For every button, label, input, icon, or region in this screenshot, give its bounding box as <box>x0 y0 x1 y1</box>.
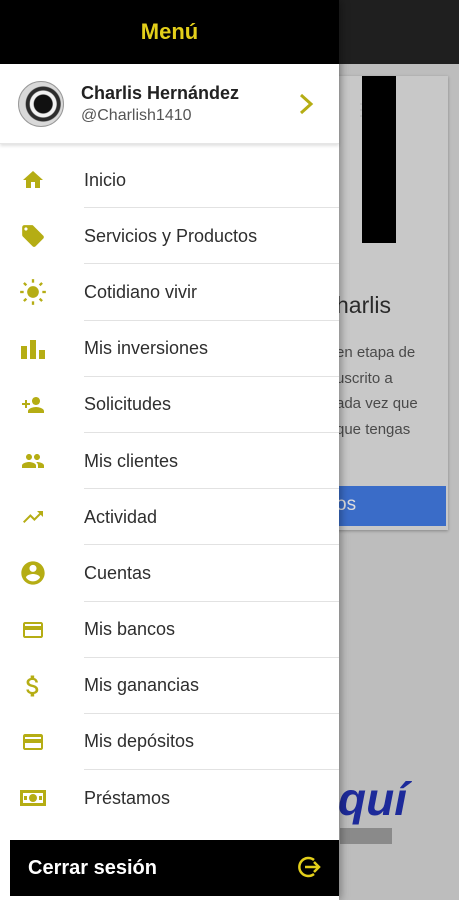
profile-name: Charlis Hernández <box>81 82 240 103</box>
menu-item-solicitudes[interactable]: Solicitudes <box>0 377 339 434</box>
money-icon <box>19 784 47 812</box>
background-aqui-text: quí <box>338 773 407 825</box>
menu-item-label: Mis depósitos <box>84 731 195 752</box>
menu-item-depositos[interactable]: Mis depósitos <box>0 714 339 771</box>
people-icon <box>19 447 47 475</box>
background-video <box>362 76 396 243</box>
menu-item-cotidiano[interactable]: Cotidiano vivir <box>0 264 339 321</box>
menu-item-label: Solicitudes <box>84 394 172 415</box>
menu-item-label: Mis clientes <box>84 450 179 471</box>
menu-item-label: Servicios y Productos <box>84 225 258 246</box>
menu-item-actividad[interactable]: Actividad <box>0 489 339 546</box>
card-icon <box>19 728 47 756</box>
drawer-menu: Inicio Servicios y Productos Cotidiano v… <box>0 152 339 826</box>
menu-item-label: Cuentas <box>84 562 152 583</box>
logout-button[interactable]: Cerrar sesión <box>10 840 339 896</box>
menu-item-servicios[interactable]: Servicios y Productos <box>0 208 339 265</box>
menu-item-ganancias[interactable]: Mis ganancias <box>0 658 339 715</box>
menu-item-label: Inicio <box>84 169 127 190</box>
menu-item-clientes[interactable]: Mis clientes <box>0 433 339 490</box>
background-desc-line: en etapa de <box>336 344 416 361</box>
trending-up-icon <box>19 503 47 531</box>
credit-card-icon <box>19 616 47 644</box>
menu-item-inversiones[interactable]: Mis inversiones <box>0 321 339 377</box>
menu-item-label: Mis inversiones <box>84 338 209 359</box>
menu-item-cuentas[interactable]: Cuentas <box>0 545 339 602</box>
background-divider <box>340 828 392 844</box>
menu-item-label: Préstamos <box>84 787 171 808</box>
profile-section[interactable]: Charlis Hernández @Charlish1410 <box>0 64 339 144</box>
dollar-icon <box>19 672 47 700</box>
menu-item-label: Mis bancos <box>84 619 176 640</box>
menu-item-label: Cotidiano vivir <box>84 281 198 302</box>
drawer-header: Menú <box>0 0 339 64</box>
menu-item-inicio[interactable]: Inicio <box>0 152 339 209</box>
background-description: en etapa de uscrito a ada vez que que te… <box>336 340 446 442</box>
person-add-icon <box>19 391 47 419</box>
logout-icon <box>298 856 321 878</box>
background-desc-line: que tengas <box>336 420 411 438</box>
chevron-right-icon[interactable] <box>297 92 315 116</box>
menu-item-prestamos[interactable]: Préstamos <box>0 770 339 826</box>
avatar <box>18 80 64 127</box>
tag-icon <box>19 222 47 250</box>
menu-item-label: Actividad <box>84 506 158 527</box>
navigation-drawer: Menú Charlis Hernández @Charlish1410 Ini… <box>0 0 339 900</box>
profile-handle: @Charlish1410 <box>81 106 192 124</box>
logout-label: Cerrar sesión <box>28 856 157 879</box>
more-options-icon: · · · <box>358 93 364 125</box>
profile-text: Charlis Hernández @Charlish1410 <box>81 83 239 125</box>
bar-chart-icon <box>19 335 47 363</box>
drawer-title: Menú <box>140 19 199 44</box>
background-desc-line: ada vez que <box>336 395 418 412</box>
home-icon <box>19 166 47 194</box>
background-name: harlis <box>336 292 391 318</box>
sun-icon <box>19 278 47 306</box>
background-desc-line: uscrito a <box>336 369 393 387</box>
menu-item-label: Mis ganancias <box>84 675 200 696</box>
menu-item-bancos[interactable]: Mis bancos <box>0 602 339 658</box>
account-circle-icon <box>19 559 47 587</box>
